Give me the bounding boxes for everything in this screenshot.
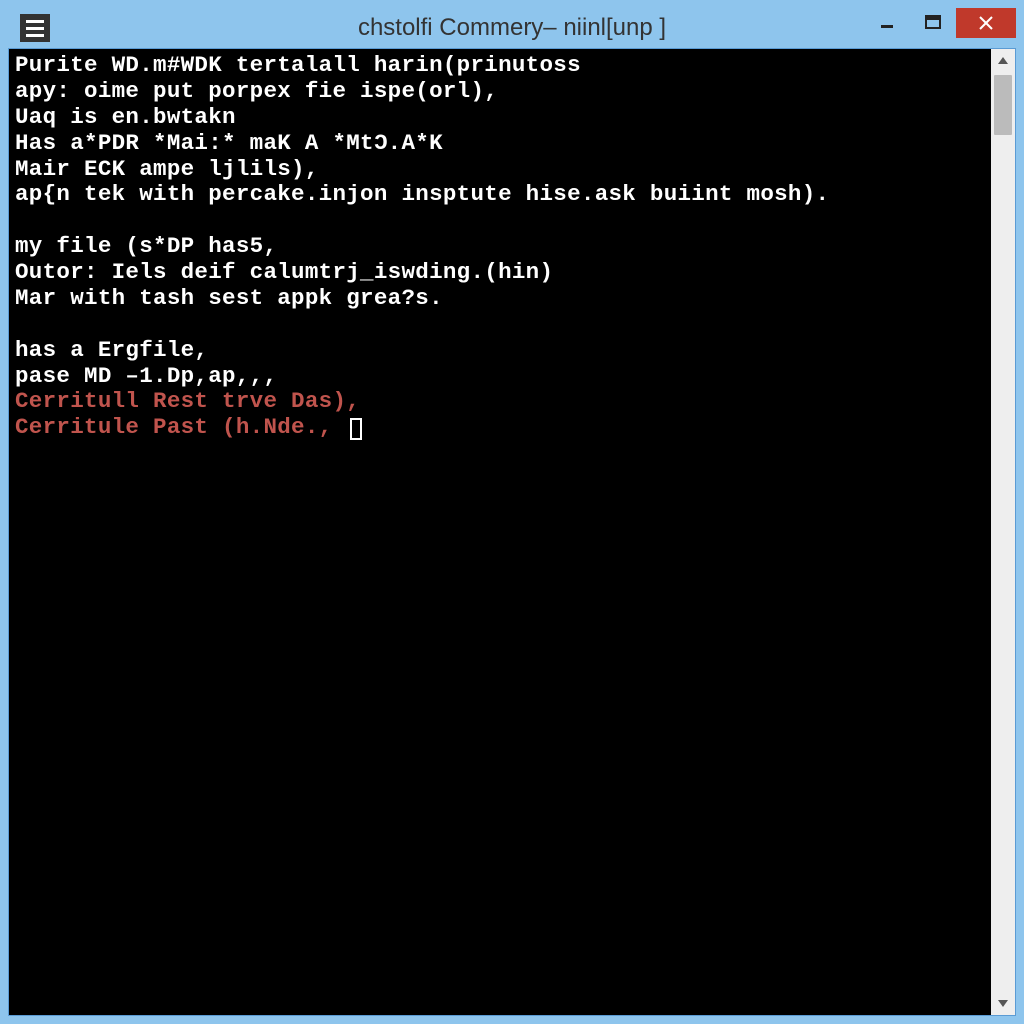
- terminal-line: Mair ECK ampe ljlils),: [15, 157, 985, 183]
- terminal-line: Outor: Iels deif calumtrj_iswding.(hin): [15, 260, 985, 286]
- application-window: chstolfi Commery– niinl[unp ] Purite WD.…: [8, 8, 1016, 1016]
- scroll-down-arrow[interactable]: [991, 991, 1015, 1015]
- window-controls: [864, 8, 1016, 38]
- terminal-line: Purite WD.m#WDK tertalall harin(prinutos…: [15, 53, 985, 79]
- scroll-up-arrow[interactable]: [991, 49, 1015, 73]
- content-area: Purite WD.m#WDK tertalall harin(prinutos…: [8, 48, 1016, 1016]
- scroll-track[interactable]: [991, 73, 1015, 991]
- terminal-line: has a Ergfile,: [15, 338, 985, 364]
- window-title: chstolfi Commery– niinl[unp ]: [358, 14, 666, 42]
- terminal-line: my file (s*DP has5,: [15, 234, 985, 260]
- terminal-line: Has a*PDR *Mai:* maK A *MtƆ.A*K: [15, 131, 985, 157]
- vertical-scrollbar[interactable]: [991, 49, 1015, 1015]
- maximize-button[interactable]: [910, 8, 956, 38]
- terminal-line: pase MD –1.Dp,ap,,,: [15, 364, 985, 390]
- close-button[interactable]: [956, 8, 1016, 38]
- terminal-line: [15, 208, 985, 234]
- terminal-line: Mar with tash sest appk grea?s.: [15, 286, 985, 312]
- cursor: [350, 418, 362, 440]
- titlebar[interactable]: chstolfi Commery– niinl[unp ]: [8, 8, 1016, 48]
- terminal-line: Cerritule Past (h.Nde.,: [15, 415, 985, 441]
- terminal-line: Uaq is en.bwtakn: [15, 105, 985, 131]
- terminal-line: [15, 312, 985, 338]
- menu-icon[interactable]: [20, 14, 50, 42]
- terminal-output[interactable]: Purite WD.m#WDK tertalall harin(prinutos…: [9, 49, 991, 1015]
- scroll-thumb[interactable]: [994, 75, 1012, 135]
- terminal-line: apy: oime put porpex fie ispe(orl),: [15, 79, 985, 105]
- terminal-line: ap{n tek with percake.injon insptute his…: [15, 182, 985, 208]
- minimize-button[interactable]: [864, 8, 910, 38]
- terminal-line: Cerritull Rest trve Das),: [15, 389, 985, 415]
